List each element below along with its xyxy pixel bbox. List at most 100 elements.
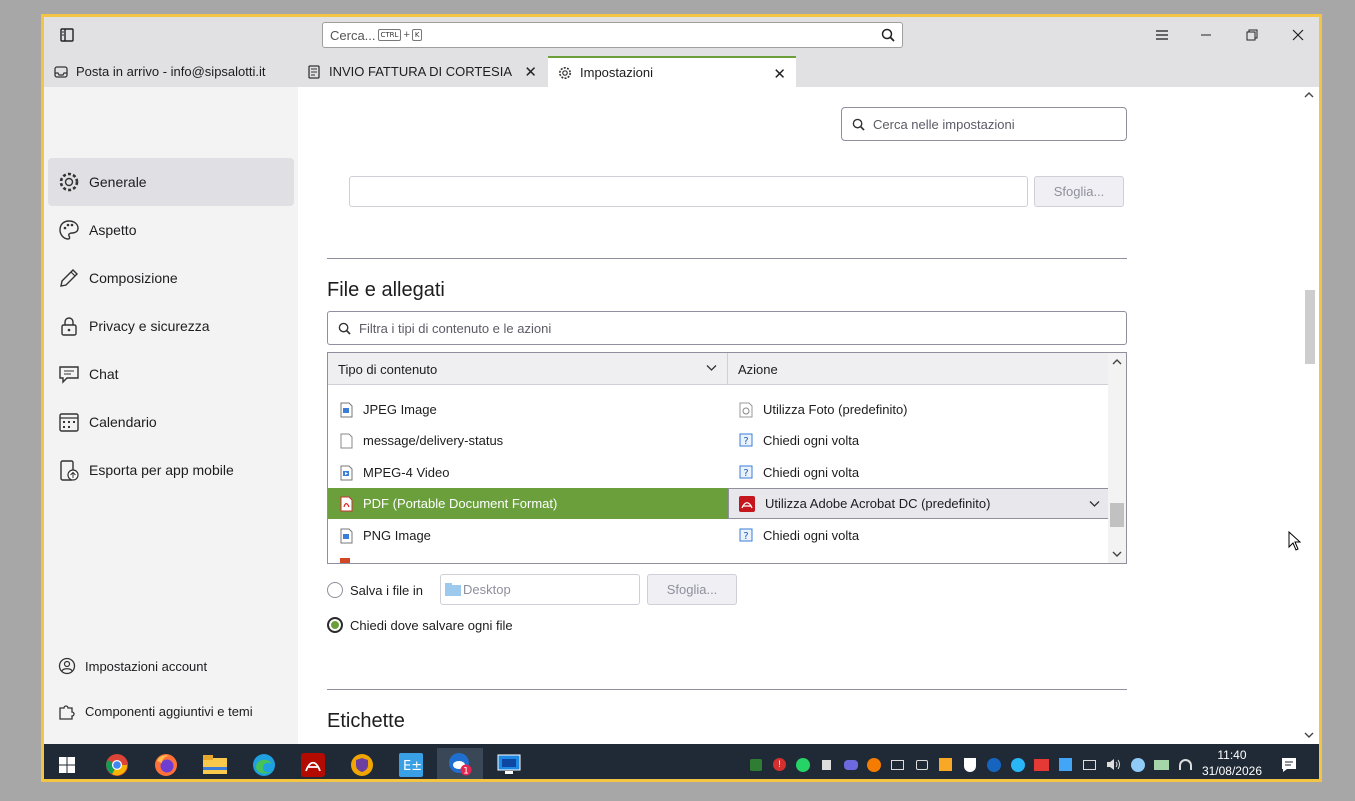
kbd-plus: + bbox=[403, 29, 410, 41]
sidebar-item-account-settings[interactable]: Impostazioni account bbox=[48, 643, 294, 689]
save-folder-field[interactable]: Desktop bbox=[440, 574, 640, 605]
tray-sync-icon[interactable] bbox=[1153, 756, 1170, 773]
close-window-button[interactable] bbox=[1275, 17, 1319, 53]
settings-search-input[interactable]: Cerca nelle impostazioni bbox=[841, 107, 1127, 141]
tray-printer-icon[interactable] bbox=[889, 756, 906, 773]
tray-shield-icon[interactable] bbox=[961, 756, 978, 773]
column-header-type[interactable]: Tipo di contenuto bbox=[328, 353, 728, 385]
tray-badge-icon[interactable] bbox=[1033, 756, 1050, 773]
tab-bar: Posta in arrivo - info@sipsalotti.it INV… bbox=[44, 53, 1319, 87]
save-files-option[interactable]: Salva i file in bbox=[327, 582, 423, 598]
table-row-selected[interactable]: PDF (Portable Document Format) Utilizza … bbox=[328, 488, 1109, 519]
sidebar-item-label: Aspetto bbox=[89, 222, 137, 238]
row-type-label: PDF (Portable Document Format) bbox=[363, 496, 558, 511]
column-header-label: Tipo di contenuto bbox=[338, 361, 438, 377]
minimize-button[interactable] bbox=[1183, 17, 1229, 53]
tray-icon-1[interactable] bbox=[747, 756, 764, 773]
save-browse-button[interactable]: Sfoglia... bbox=[647, 574, 737, 605]
tray-app-icon[interactable] bbox=[937, 756, 954, 773]
chat-icon bbox=[59, 366, 79, 384]
tray-volume-icon[interactable] bbox=[1105, 756, 1122, 773]
action-dropdown[interactable]: Utilizza Adobe Acrobat DC (predefinito) bbox=[728, 488, 1109, 519]
table-row[interactable]: JPEG Image Utilizza Foto (predefinito) bbox=[328, 394, 1109, 425]
restore-button[interactable] bbox=[1229, 17, 1275, 53]
page-scrollbar[interactable] bbox=[1300, 87, 1319, 744]
account-icon bbox=[58, 657, 76, 675]
tab-message-label: INVIO FATTURA DI CORTESIA bbox=[329, 64, 512, 79]
close-tab-icon[interactable]: ✕ bbox=[524, 63, 537, 81]
table-scrollbar[interactable] bbox=[1108, 353, 1126, 563]
tray-lock-icon[interactable] bbox=[818, 756, 835, 773]
table-row[interactable]: message/delivery-status ? Chiedi ogni vo… bbox=[328, 425, 1109, 456]
taskbar-edge[interactable] bbox=[241, 748, 287, 779]
scroll-up-icon bbox=[1304, 92, 1314, 98]
save-files-radio[interactable] bbox=[327, 582, 343, 598]
sidebar-item-composizione[interactable]: Composizione bbox=[48, 254, 294, 302]
tray-radiation-icon[interactable] bbox=[1009, 756, 1026, 773]
restore-icon bbox=[1246, 29, 1258, 41]
filter-placeholder: Filtra i tipi di contenuto e le azioni bbox=[359, 320, 552, 336]
search-icon bbox=[338, 322, 351, 335]
windows-taskbar: E± 1 ! 11:40 31/08/2026 bbox=[44, 744, 1319, 779]
taskbar-firefox[interactable] bbox=[143, 748, 189, 779]
file-icon bbox=[340, 433, 353, 448]
page-scroll-thumb[interactable] bbox=[1305, 290, 1315, 364]
taskbar-thunderbird[interactable]: 1 bbox=[437, 748, 483, 779]
sidebar-item-addons[interactable]: Componenti aggiuntivi e temi bbox=[48, 688, 294, 734]
start-button[interactable] bbox=[44, 748, 90, 779]
sidebar-item-generale[interactable]: Generale bbox=[48, 158, 294, 206]
tab-settings[interactable]: Impostazioni ✕ bbox=[548, 56, 796, 87]
ask-where-option[interactable]: Chiedi dove salvare ogni file bbox=[327, 617, 513, 633]
firefox-icon bbox=[155, 753, 177, 776]
tray-headset-icon[interactable] bbox=[1177, 756, 1194, 773]
tray-alert-icon[interactable]: ! bbox=[771, 756, 788, 773]
close-tab-icon[interactable]: ✕ bbox=[773, 65, 786, 83]
image-file-icon bbox=[340, 402, 353, 417]
settings-content: Cerca nelle impostazioni Sfoglia... File… bbox=[298, 87, 1306, 744]
palette-icon bbox=[59, 220, 79, 240]
taskbar-file-explorer[interactable] bbox=[192, 748, 238, 779]
title-bar: Cerca... CTRL + K bbox=[44, 17, 1319, 53]
taskbar-acrobat[interactable] bbox=[290, 748, 336, 779]
tab-message[interactable]: INVIO FATTURA DI CORTESIA ✕ bbox=[297, 56, 547, 87]
hamburger-icon bbox=[1156, 30, 1168, 40]
tray-vpn-icon[interactable] bbox=[1129, 756, 1146, 773]
tray-network-icon[interactable] bbox=[1081, 756, 1098, 773]
sidebar-toggle-button[interactable] bbox=[44, 17, 90, 53]
sidebar-item-chat[interactable]: Chat bbox=[48, 350, 294, 398]
notification-center-button[interactable] bbox=[1269, 748, 1309, 779]
ask-question-icon: ? bbox=[739, 465, 753, 479]
tray-whatsapp-icon[interactable] bbox=[794, 756, 811, 773]
tray-camera-icon[interactable] bbox=[913, 756, 930, 773]
tray-cloud-icon[interactable] bbox=[842, 756, 859, 773]
sidebar-item-label: Generale bbox=[89, 174, 147, 190]
taskbar-clock[interactable]: 11:40 31/08/2026 bbox=[1202, 747, 1262, 779]
ask-where-radio[interactable] bbox=[327, 617, 343, 633]
taskbar-remote-desktop[interactable] bbox=[486, 748, 532, 779]
svg-text:?: ? bbox=[743, 436, 748, 447]
tray-window-icon[interactable] bbox=[1057, 756, 1074, 773]
sidebar-item-calendario[interactable]: Calendario bbox=[48, 398, 294, 446]
app-menu-button[interactable] bbox=[1139, 17, 1185, 53]
tab-inbox[interactable]: Posta in arrivo - info@sipsalotti.it bbox=[44, 56, 296, 87]
volume-icon bbox=[1107, 759, 1120, 770]
global-search-input[interactable]: Cerca... CTRL + K bbox=[322, 22, 903, 48]
chevron-down-icon bbox=[706, 365, 717, 371]
section-title-files: File e allegati bbox=[327, 279, 445, 301]
sidebar-item-privacy[interactable]: Privacy e sicurezza bbox=[48, 302, 294, 350]
table-scroll-thumb[interactable] bbox=[1110, 503, 1124, 527]
folder-path-input[interactable] bbox=[349, 176, 1028, 207]
sidebar-item-export-mobile[interactable]: Esporta per app mobile bbox=[48, 446, 294, 494]
table-row[interactable]: PNG Image ? Chiedi ogni volta bbox=[328, 520, 1109, 551]
content-type-table: Tipo di contenuto Azione JPEG Image Util… bbox=[327, 352, 1127, 564]
content-type-filter-input[interactable]: Filtra i tipi di contenuto e le azioni bbox=[327, 311, 1127, 345]
table-row[interactable]: MPEG-4 Video ? Chiedi ogni volta bbox=[328, 457, 1109, 488]
tray-avast-icon[interactable] bbox=[865, 756, 882, 773]
browse-button[interactable]: Sfoglia... bbox=[1034, 176, 1124, 207]
tray-globe-icon[interactable] bbox=[985, 756, 1002, 773]
sidebar-item-aspetto[interactable]: Aspetto bbox=[48, 206, 294, 254]
taskbar-calculator-app[interactable]: E± bbox=[388, 748, 434, 779]
taskbar-chrome[interactable] bbox=[94, 748, 140, 779]
column-header-action[interactable]: Azione bbox=[728, 353, 1109, 385]
taskbar-shield-app[interactable] bbox=[339, 748, 385, 779]
